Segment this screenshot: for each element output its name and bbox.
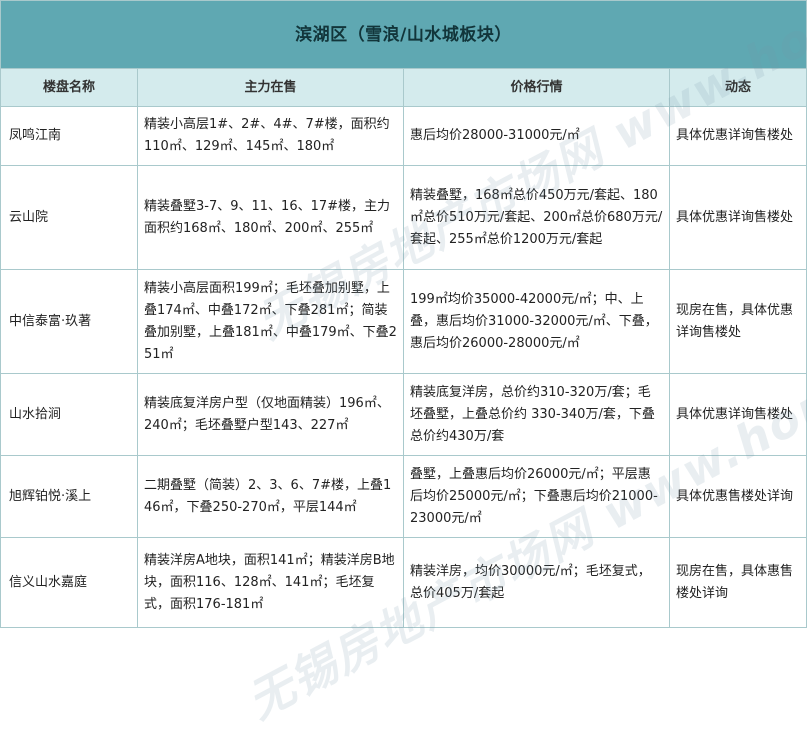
status-cell: 现房在售，具体优惠详询售楼处 bbox=[668, 269, 807, 374]
price-table-page: 滨湖区（雪浪/山水城板块） 楼盘名称 主力在售 价格行情 动态 凤鸣江南 精装小… bbox=[0, 0, 807, 729]
property-name: 中信泰富·玖著 bbox=[0, 269, 138, 374]
price-cell: 精装叠墅，168㎡总价450万元/套起、180㎡总价510万元/套起、200㎡总… bbox=[403, 165, 670, 270]
table-title: 滨湖区（雪浪/山水城板块） bbox=[0, 0, 807, 69]
main-sale-cell: 精装洋房A地块，面积141㎡；精装洋房B地块，面积116、128㎡、141㎡；毛… bbox=[137, 537, 404, 628]
property-price-table: 滨湖区（雪浪/山水城板块） 楼盘名称 主力在售 价格行情 动态 凤鸣江南 精装小… bbox=[0, 0, 807, 628]
property-name: 山水拾涧 bbox=[0, 373, 138, 456]
status-cell: 具体优惠详询售楼处 bbox=[668, 373, 807, 456]
property-name: 旭辉铂悦·溪上 bbox=[0, 455, 138, 538]
header-name: 楼盘名称 bbox=[0, 68, 138, 107]
price-cell: 精装洋房，均价30000元/㎡；毛坯复式，总价405万/套起 bbox=[403, 537, 670, 628]
property-name: 凤鸣江南 bbox=[0, 106, 138, 166]
price-cell: 叠墅，上叠惠后均价26000元/㎡；平层惠后均价25000元/㎡；下叠惠后均价2… bbox=[403, 455, 670, 538]
table-row: 凤鸣江南 精装小高层1#、2#、4#、7#楼，面积约110㎡、129㎡、145㎡… bbox=[0, 106, 807, 166]
table-row: 旭辉铂悦·溪上 二期叠墅（简装）2、3、6、7#楼，上叠146㎡，下叠250-2… bbox=[0, 455, 807, 538]
property-name: 信义山水嘉庭 bbox=[0, 537, 138, 628]
price-cell: 精装底复洋房，总价约310-320万/套；毛坯叠墅，上叠总价约 330-340万… bbox=[403, 373, 670, 456]
table-row: 信义山水嘉庭 精装洋房A地块，面积141㎡；精装洋房B地块，面积116、128㎡… bbox=[0, 537, 807, 628]
header-price: 价格行情 bbox=[403, 68, 670, 107]
main-sale-cell: 精装叠墅3-7、9、11、16、17#楼，主力面积约168㎡、180㎡、200㎡… bbox=[137, 165, 404, 270]
table-row: 云山院 精装叠墅3-7、9、11、16、17#楼，主力面积约168㎡、180㎡、… bbox=[0, 165, 807, 270]
main-sale-cell: 精装小高层面积199㎡；毛坯叠加别墅，上叠174㎡、中叠172㎡、下叠281㎡；… bbox=[137, 269, 404, 374]
property-name: 云山院 bbox=[0, 165, 138, 270]
status-cell: 具体优惠详询售楼处 bbox=[668, 106, 807, 166]
price-cell: 惠后均价28000-31000元/㎡ bbox=[403, 106, 670, 166]
table-row: 中信泰富·玖著 精装小高层面积199㎡；毛坯叠加别墅，上叠174㎡、中叠172㎡… bbox=[0, 269, 807, 374]
main-sale-cell: 精装小高层1#、2#、4#、7#楼，面积约110㎡、129㎡、145㎡、180㎡ bbox=[137, 106, 404, 166]
main-sale-cell: 精装底复洋房户型（仅地面精装）196㎡、240㎡；毛坯叠墅户型143、227㎡ bbox=[137, 373, 404, 456]
title-row: 滨湖区（雪浪/山水城板块） bbox=[0, 0, 807, 69]
table-row: 山水拾涧 精装底复洋房户型（仅地面精装）196㎡、240㎡；毛坯叠墅户型143、… bbox=[0, 373, 807, 456]
status-cell: 具体优惠详询售楼处 bbox=[668, 165, 807, 270]
price-cell: 199㎡均价35000-42000元/㎡；中、上叠，惠后均价31000-3200… bbox=[403, 269, 670, 374]
status-cell: 具体优惠售楼处详询 bbox=[668, 455, 807, 538]
status-cell: 现房在售，具体惠售楼处详询 bbox=[668, 537, 807, 628]
header-status: 动态 bbox=[668, 68, 807, 107]
header-row: 楼盘名称 主力在售 价格行情 动态 bbox=[0, 68, 807, 107]
main-sale-cell: 二期叠墅（简装）2、3、6、7#楼，上叠146㎡，下叠250-270㎡，平层14… bbox=[137, 455, 404, 538]
header-main-sale: 主力在售 bbox=[137, 68, 404, 107]
